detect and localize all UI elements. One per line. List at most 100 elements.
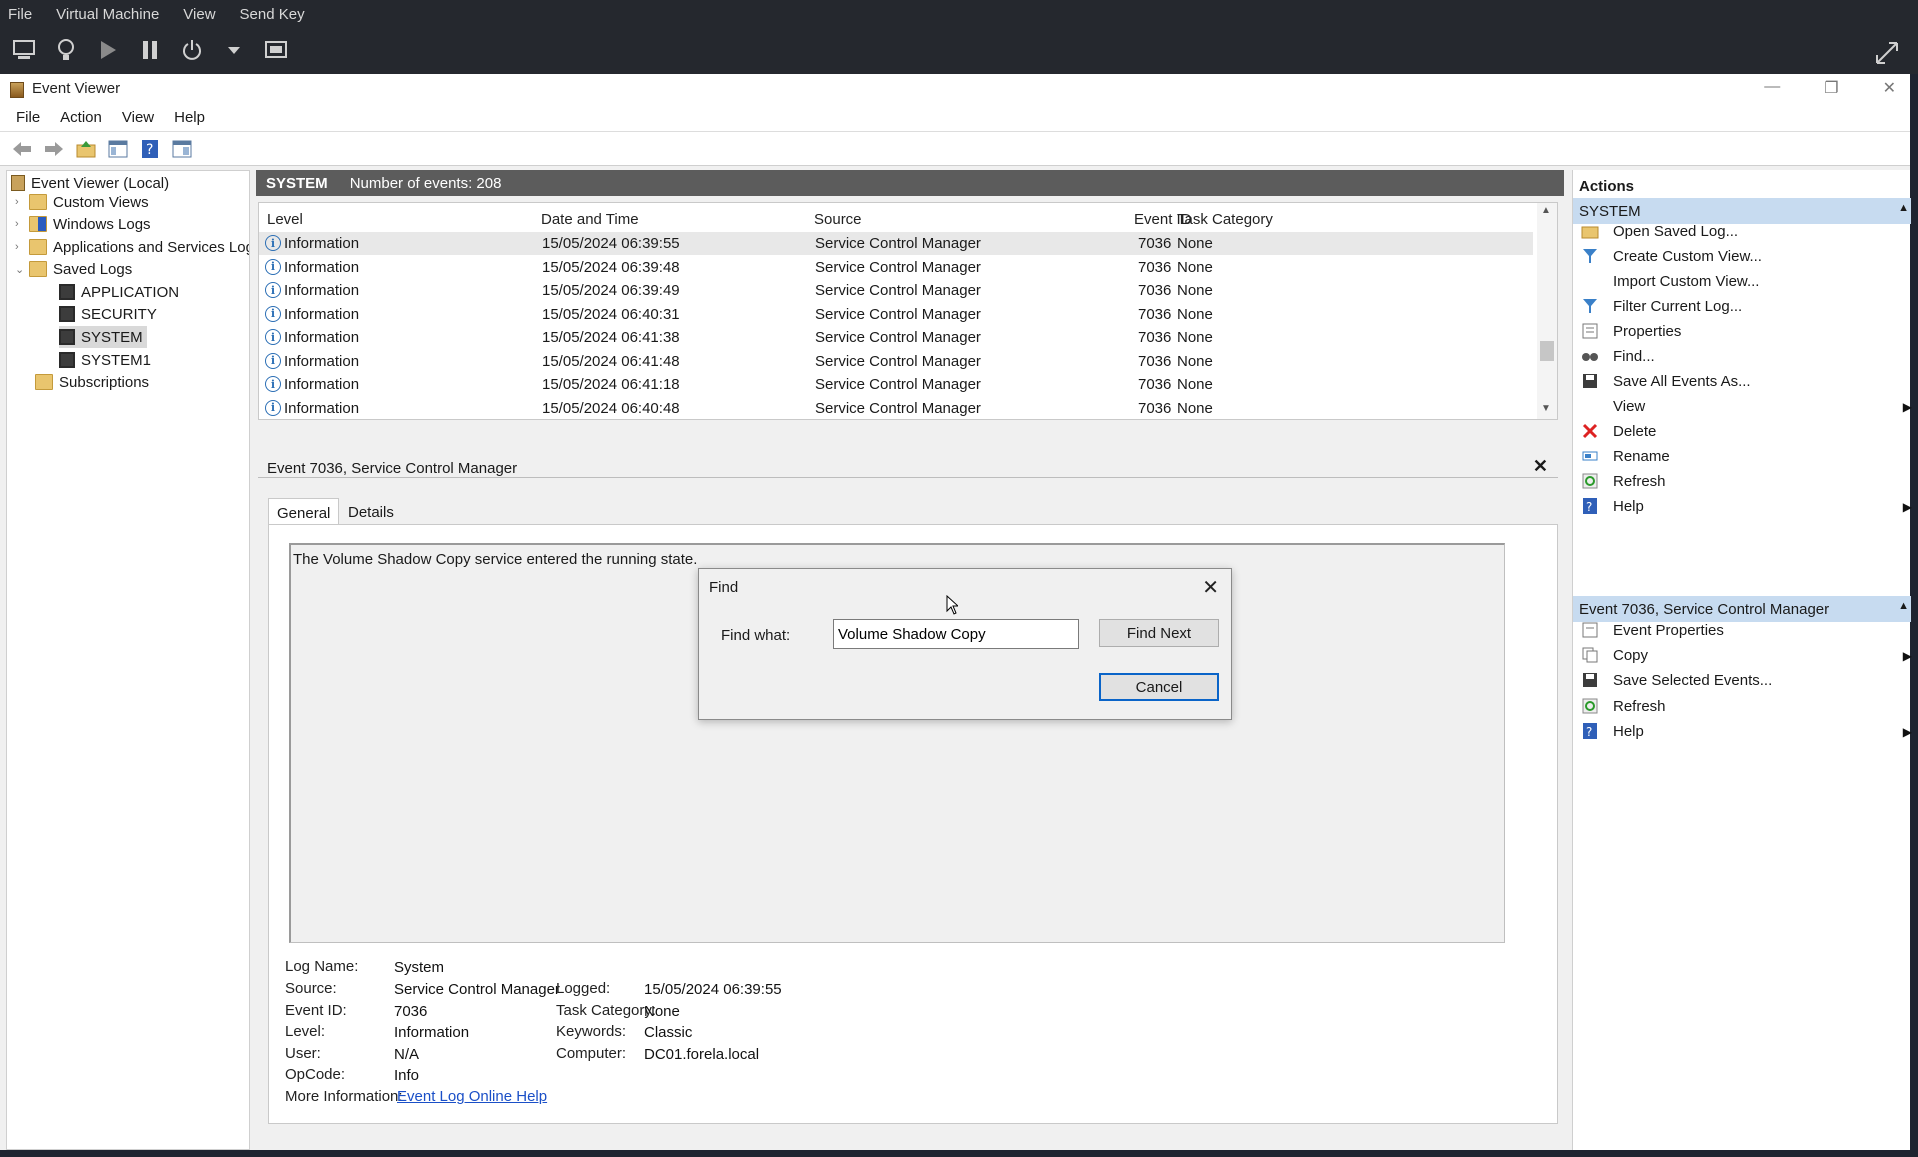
action-item[interactable]: Open Saved Log... xyxy=(1613,223,1738,240)
vm-menu-view[interactable]: View xyxy=(181,4,217,25)
tree-saved-system1-label: SYSTEM1 xyxy=(81,351,152,369)
table-row[interactable]: i Information 15/05/2024 06:39:48 Service C… xyxy=(259,256,1533,279)
pause-icon[interactable] xyxy=(136,36,164,64)
value-user: N/A xyxy=(394,1046,420,1063)
action-item[interactable]: Delete xyxy=(1613,423,1656,440)
scroll-down-icon[interactable]: ▼ xyxy=(1541,403,1551,414)
event-count: Number of events: 208 xyxy=(349,174,502,192)
minimize-icon[interactable]: — xyxy=(1764,78,1780,98)
expand-arrow-icon[interactable]: › xyxy=(15,241,29,253)
power-icon[interactable] xyxy=(178,36,206,64)
action-pane-icon[interactable] xyxy=(170,137,194,161)
tree-applications-services[interactable]: › Applications and Services Log xyxy=(15,236,249,258)
restore-icon[interactable]: ❐ xyxy=(1824,78,1838,98)
screen-icon[interactable] xyxy=(262,36,290,64)
event-detail-title: Event 7036, Service Control Manager xyxy=(267,460,518,477)
tab-general[interactable]: General xyxy=(268,498,340,526)
menu-view[interactable]: View xyxy=(122,109,154,126)
help-icon[interactable]: ? xyxy=(138,137,162,161)
submenu-arrow-icon: ▶ xyxy=(1902,725,1912,739)
tree-saved-system[interactable]: SYSTEM xyxy=(59,326,147,348)
up-folder-icon[interactable] xyxy=(74,137,98,161)
bulb-icon[interactable] xyxy=(52,36,80,64)
action-item[interactable]: Find... xyxy=(1613,348,1655,365)
tree-windows-logs[interactable]: › Windows Logs xyxy=(15,213,151,235)
table-row[interactable]: i Information 15/05/2024 06:40:48 Service C… xyxy=(259,397,1533,420)
play-icon[interactable] xyxy=(94,36,122,64)
refresh-icon xyxy=(1581,697,1599,715)
collapse-arrow-icon[interactable]: ▲ xyxy=(1898,202,1909,214)
cancel-button[interactable]: Cancel xyxy=(1099,673,1219,701)
folder-icon xyxy=(29,239,47,255)
show-hide-tree-icon[interactable] xyxy=(106,137,130,161)
column-task-category[interactable]: Task Category xyxy=(1177,211,1273,228)
events-scrollbar[interactable]: ▲ ▼ xyxy=(1537,203,1557,419)
tree-saved-system1[interactable]: SYSTEM1 xyxy=(59,349,151,371)
menu-help[interactable]: Help xyxy=(174,109,205,126)
tree-subscriptions[interactable]: Subscriptions xyxy=(35,371,149,393)
forward-arrow-icon[interactable] xyxy=(42,137,66,161)
scroll-thumb[interactable] xyxy=(1540,341,1554,361)
action-item[interactable]: Filter Current Log... xyxy=(1613,298,1742,315)
vm-menu-virtual-machine[interactable]: Virtual Machine xyxy=(54,4,161,25)
events-table: Level Date and Time Source Event ID Task… xyxy=(258,202,1558,420)
action-item[interactable]: Help xyxy=(1613,498,1644,515)
value-computer: DC01.forela.local xyxy=(644,1046,760,1063)
event-log-online-help-link[interactable]: Event Log Online Help xyxy=(397,1088,547,1105)
action-item[interactable]: Save Selected Events... xyxy=(1613,672,1772,689)
table-row[interactable]: i Information 15/05/2024 06:41:18 Service C… xyxy=(259,373,1533,396)
column-date-time[interactable]: Date and Time xyxy=(541,211,639,228)
vm-menu-send-key[interactable]: Send Key xyxy=(238,4,307,25)
tree-custom-views[interactable]: › Custom Views xyxy=(15,191,149,213)
cell-task-category: None xyxy=(1177,376,1213,393)
action-item[interactable]: Properties xyxy=(1613,323,1681,340)
action-item[interactable]: Refresh xyxy=(1613,698,1666,715)
cell-task-category: None xyxy=(1177,305,1213,323)
tree-saved-logs[interactable]: ⌄ Saved Logs xyxy=(15,258,132,280)
dropdown-icon[interactable] xyxy=(220,36,248,64)
expand-arrow-icon[interactable]: › xyxy=(15,218,29,230)
tree-saved-application[interactable]: APPLICATION xyxy=(59,281,179,303)
table-row[interactable]: i Information 15/05/2024 06:39:55 Service C… xyxy=(259,232,1533,255)
actions-section-system-label: SYSTEM xyxy=(1579,203,1641,220)
action-item[interactable]: View xyxy=(1613,398,1645,415)
column-source[interactable]: Source xyxy=(814,211,862,228)
actions-section-system[interactable]: SYSTEM ▲ xyxy=(1573,198,1911,224)
back-arrow-icon[interactable] xyxy=(10,137,34,161)
table-row[interactable]: i Information 15/05/2024 06:40:31 Service C… xyxy=(259,303,1533,326)
label-event-id: Event ID: xyxy=(285,1002,347,1019)
expand-arrow-icon[interactable]: › xyxy=(15,196,29,208)
close-icon[interactable]: ✕ xyxy=(1883,78,1896,98)
find-what-input[interactable] xyxy=(833,619,1079,649)
action-item[interactable]: Copy xyxy=(1613,647,1648,664)
monitor-icon[interactable] xyxy=(10,36,38,64)
close-icon[interactable]: ✕ xyxy=(1202,575,1219,600)
vm-menu-file[interactable]: File xyxy=(6,4,34,25)
value-opcode: Info xyxy=(394,1067,420,1084)
action-item[interactable]: Create Custom View... xyxy=(1613,248,1762,265)
find-next-button[interactable]: Find Next xyxy=(1099,619,1219,647)
table-row[interactable]: i Information 15/05/2024 06:41:48 Service C… xyxy=(259,350,1533,373)
log-name: SYSTEM xyxy=(266,174,328,192)
action-item[interactable]: Help xyxy=(1613,723,1644,740)
tree-saved-security[interactable]: SECURITY xyxy=(59,303,157,325)
table-row[interactable]: i Information 15/05/2024 06:39:49 Service C… xyxy=(259,279,1533,302)
action-item[interactable]: Event Properties xyxy=(1613,622,1724,639)
column-level[interactable]: Level xyxy=(267,211,303,228)
scroll-up-icon[interactable]: ▲ xyxy=(1541,205,1551,216)
menu-action[interactable]: Action xyxy=(60,109,102,126)
collapse-arrow-icon[interactable]: ▲ xyxy=(1898,600,1909,612)
fullscreen-icon[interactable] xyxy=(1874,40,1900,73)
action-item[interactable]: Rename xyxy=(1613,448,1670,465)
collapse-arrow-icon[interactable]: ⌄ xyxy=(15,263,29,276)
tab-details[interactable]: Details xyxy=(340,498,402,526)
action-item[interactable]: Refresh xyxy=(1613,473,1666,490)
action-item[interactable]: Save All Events As... xyxy=(1613,373,1751,390)
actions-pane: Actions SYSTEM ▲ Open Saved Log... Create … xyxy=(1572,170,1912,1150)
table-row[interactable]: i Information 15/05/2024 06:41:38 Service C… xyxy=(259,326,1533,349)
close-icon[interactable]: ✕ xyxy=(1533,456,1548,477)
action-item[interactable]: Import Custom View... xyxy=(1613,273,1759,290)
menu-file[interactable]: File xyxy=(16,109,40,126)
cell-source: Service Control Manager xyxy=(815,399,981,417)
actions-section-event[interactable]: Event 7036, Service Control Manager ▲ xyxy=(1573,596,1911,622)
